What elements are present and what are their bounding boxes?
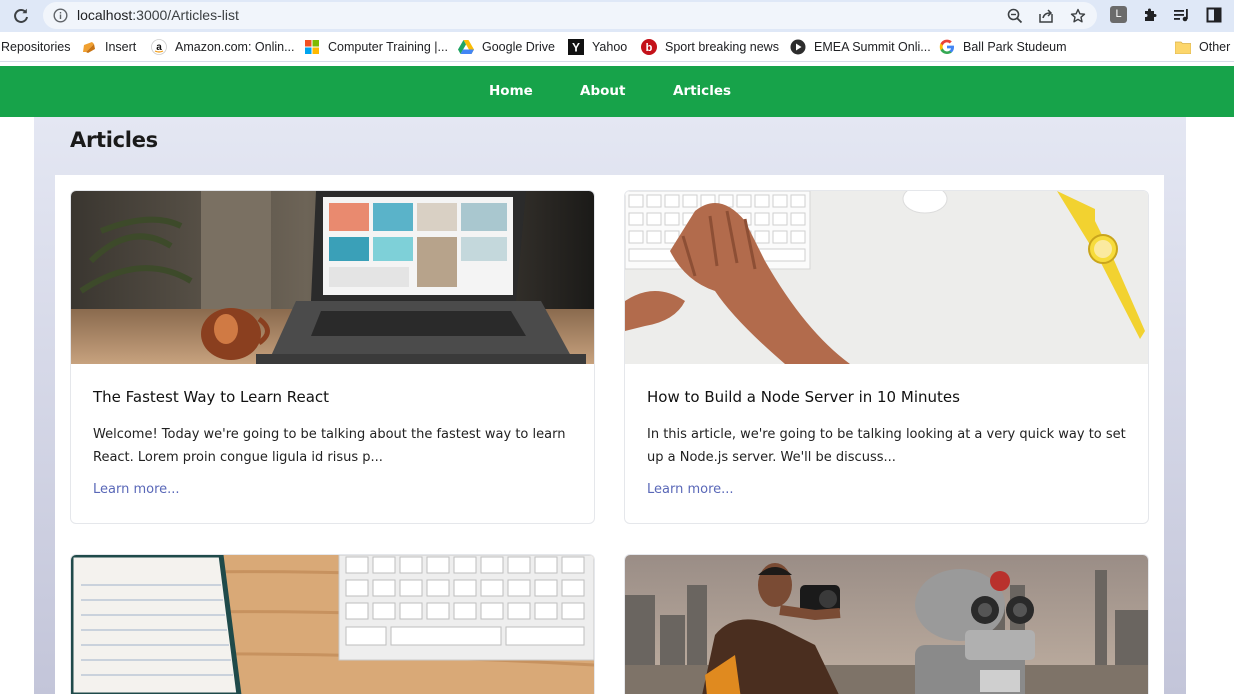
address-bar[interactable]: localhost:3000/Articles-list [43,2,1097,29]
bookmark-label: Amazon.com: Onlin... [175,40,295,54]
play-icon [790,39,806,55]
bookmark-computer-training[interactable]: Computer Training |... [304,39,448,55]
article-image-laptop[interactable] [71,191,594,364]
svg-text:Y: Y [572,41,580,55]
google-icon [939,39,955,55]
bookmark-label: Computer Training |... [328,40,448,54]
nav-about-link[interactable]: About [580,83,625,99]
profile-avatar[interactable]: L [1110,6,1127,23]
bookmark-label: Google Drive [482,40,555,54]
bookmark-label: EMEA Summit Onli... [814,40,931,54]
article-card[interactable]: How to Build a Node Server in 10 Minutes… [624,190,1149,524]
google-drive-icon [458,39,474,55]
amazon-icon: a [151,39,167,55]
bookmark-star-icon[interactable] [1069,7,1087,25]
reading-list-icon[interactable] [1173,6,1191,24]
svg-text:b: b [646,42,653,54]
article-image-notebook-keyboard[interactable] [71,555,594,694]
bookmark-other[interactable]: Other b [1175,39,1234,55]
bookmark-yahoo[interactable]: Y Yahoo [568,39,627,55]
bookmark-label: Other b [1199,40,1234,54]
reload-icon[interactable] [10,5,32,27]
browser-toolbar: localhost:3000/Articles-list L [0,0,1234,32]
article-excerpt: In this article, we're going to be talki… [647,427,1126,465]
article-card[interactable]: The Fastest Way to Learn React Welcome! … [70,190,595,524]
article-card[interactable] [624,554,1149,694]
url-host: localhost [77,7,133,23]
nav-articles-link[interactable]: Articles [673,83,731,99]
url-text[interactable]: localhost:3000/Articles-list [77,7,239,23]
side-panel-icon[interactable] [1205,6,1223,24]
bookmark-label: Ball Park Studeum [963,40,1067,54]
bookmark-label: Yahoo [592,40,628,54]
url-path: :3000/Articles-list [132,7,239,23]
bookmark-insert[interactable]: Insert [81,39,136,55]
zoom-icon[interactable] [1006,7,1024,25]
site-info-icon[interactable] [53,8,68,23]
bookmark-label: Repositories [1,40,71,54]
folder-icon [1175,39,1191,55]
article-excerpt: Welcome! Today we're going to be talking… [93,427,566,465]
b-icon: b [641,39,657,55]
insert-folder-icon [81,39,97,55]
extensions-puzzle-icon[interactable] [1141,6,1159,24]
article-title[interactable]: How to Build a Node Server in 10 Minutes [647,388,960,406]
bookmark-repositories[interactable]: Repositories [1,39,70,55]
bookmarks-bar: Repositories Insert a Amazon.com: Onlin.… [0,32,1234,88]
article-card[interactable] [70,554,595,694]
share-icon[interactable] [1037,7,1055,25]
microsoft-icon [304,39,320,55]
yahoo-icon: Y [568,39,584,55]
page-title: Articles [70,128,158,152]
bookmark-google-drive[interactable]: Google Drive [458,39,555,55]
learn-more-link[interactable]: Learn more... [93,482,180,497]
bookmark-label: Insert [105,40,137,54]
bookmark-ball-park[interactable]: Ball Park Studeum [939,39,1067,55]
site-navbar: Home About Articles [0,66,1234,117]
article-image-city-viewer[interactable] [625,555,1148,694]
article-title[interactable]: The Fastest Way to Learn React [93,388,329,406]
nav-home-link[interactable]: Home [489,83,533,99]
bookmark-emea-summit[interactable]: EMEA Summit Onli... [790,39,931,55]
articles-list: The Fastest Way to Learn React Welcome! … [55,175,1164,694]
bookmark-sport-news[interactable]: b Sport breaking news [641,39,779,55]
learn-more-link[interactable]: Learn more... [647,482,734,497]
article-image-keyboard-hands[interactable] [625,191,1148,364]
bookmark-label: Sport breaking news [665,40,779,54]
bookmark-amazon[interactable]: a Amazon.com: Onlin... [151,39,295,55]
